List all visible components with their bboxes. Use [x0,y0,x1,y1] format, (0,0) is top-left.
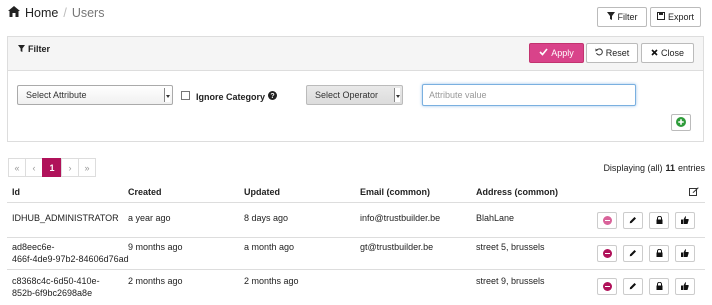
column-header-id[interactable]: Id [12,187,20,197]
edit-column-icon[interactable] [689,187,699,198]
minus-circle-icon [602,282,612,291]
undo-icon [595,48,603,58]
close-label: Close [660,48,684,58]
plus-circle-icon [676,116,686,129]
minus-circle-icon [602,249,612,258]
home-icon[interactable] [8,6,20,20]
thumbs-up-icon [681,248,689,259]
cell-id-line2: 852b-6f9bc2698a8e [12,288,93,298]
svg-text:?: ? [270,93,274,100]
export-label: Export [667,12,694,22]
operator-select-value: Select Operator [315,90,379,100]
minus-circle-icon [602,216,612,225]
cell-id-line1: c8368c4c-6d50-410e- [12,276,100,286]
cell-address: street 9, brussels [476,276,545,286]
page-1-button[interactable]: 1 [42,158,62,177]
column-header-created[interactable]: Created [128,187,162,197]
chevron-down-icon [394,88,400,102]
breadcrumb-home-link[interactable]: Home [25,6,58,20]
filter-panel-title-text: Filter [28,44,51,54]
add-filter-button[interactable] [671,114,691,131]
results-summary: Displaying (all) 11 entries [603,163,705,173]
approve-button[interactable] [675,245,695,262]
lock-icon [656,281,663,292]
attribute-value-input[interactable]: Attribute value [422,84,636,106]
results-count: 11 [665,163,675,173]
close-icon [651,48,658,58]
export-button[interactable]: Export [650,7,701,27]
table-row: c8368c4c-6d50-410e- 852b-6f9bc2698a8e 2 … [7,270,705,303]
reset-button[interactable]: Reset [586,43,638,63]
apply-label: Apply [551,48,574,58]
breadcrumb-separator: / [63,6,67,20]
close-button[interactable]: Close [641,43,694,63]
pencil-icon [629,282,637,292]
lock-icon [656,215,663,226]
results-summary-suffix: entries [677,163,705,173]
page-last-button[interactable]: » [78,158,96,177]
pencil-icon [629,216,637,226]
cell-id-line2: 466f-4de9-97b2-84606d76ad [12,254,129,264]
table-row: IDHUB_ADMINISTRATOR a year ago 8 days ag… [7,203,705,237]
delete-button[interactable] [597,212,617,229]
lock-icon [656,248,663,259]
page-next-button[interactable]: › [61,158,79,177]
lock-button[interactable] [649,245,669,262]
cell-updated: 8 days ago [244,213,289,223]
lock-button[interactable] [649,278,669,295]
filter-toggle-label: Filter [617,12,638,22]
thumbs-up-icon [681,215,689,226]
filter-icon [18,44,25,54]
attribute-select[interactable]: Select Attribute [17,85,173,105]
approve-button[interactable] [675,278,695,295]
cell-id: IDHUB_ADMINISTRATOR [12,213,119,223]
filter-toggle-button[interactable]: Filter [597,7,647,27]
cell-updated: a month ago [244,242,295,252]
edit-button[interactable] [623,278,643,295]
page-prev-button[interactable]: ‹ [25,158,43,177]
column-header-email[interactable]: Email (common) [360,187,430,197]
cell-address: street 5, brussels [476,242,545,252]
lock-button[interactable] [649,212,669,229]
attribute-value-placeholder: Attribute value [429,90,487,100]
cell-address: BlahLane [476,213,515,223]
cell-id: c8368c4c-6d50-410e- 852b-6f9bc2698a8e [12,275,100,299]
results-summary-prefix: Displaying (all) [603,163,663,173]
cell-email: gt@trustbuilder.be [360,242,434,252]
delete-button[interactable] [597,245,617,262]
check-icon [539,48,548,58]
ignore-category-label-wrap: Ignore Category ? [196,91,278,102]
edit-button[interactable] [623,212,643,229]
breadcrumb-current: Users [71,6,105,20]
cell-email: info@trustbuilder.be [360,213,441,223]
thumbs-up-icon [681,281,689,292]
ignore-category-label: Ignore Category [196,91,266,102]
operator-select[interactable]: Select Operator [306,85,403,105]
attribute-select-value: Select Attribute [26,90,87,100]
cell-id: ad8eec6e- 466f-4de9-97b2-84606d76ad [12,241,129,265]
filter-icon [606,12,615,22]
cell-id-line1: ad8eec6e- [12,242,55,252]
save-icon [656,12,665,22]
table-row: ad8eec6e- 466f-4de9-97b2-84606d76ad 9 mo… [7,238,705,269]
page-first-button[interactable]: « [8,158,26,177]
edit-button[interactable] [623,245,643,262]
help-icon[interactable]: ? [268,91,278,102]
delete-button[interactable] [597,278,617,295]
cell-created: 2 months ago [128,276,183,286]
approve-button[interactable] [675,212,695,229]
cell-created: a year ago [128,213,171,223]
column-header-updated[interactable]: Updated [244,187,280,197]
reset-label: Reset [605,48,630,58]
pencil-icon [629,249,637,259]
filter-panel-title: Filter [18,44,50,54]
column-header-address[interactable]: Address (common) [476,187,558,197]
ignore-category-checkbox[interactable] [181,91,190,100]
chevron-down-icon [164,88,170,102]
apply-button[interactable]: Apply [529,43,584,63]
cell-created: 9 months ago [128,242,183,252]
cell-updated: 2 months ago [244,276,299,286]
breadcrumb: Home / Users [8,6,104,20]
pagination: « ‹ 1 › » [8,158,96,177]
